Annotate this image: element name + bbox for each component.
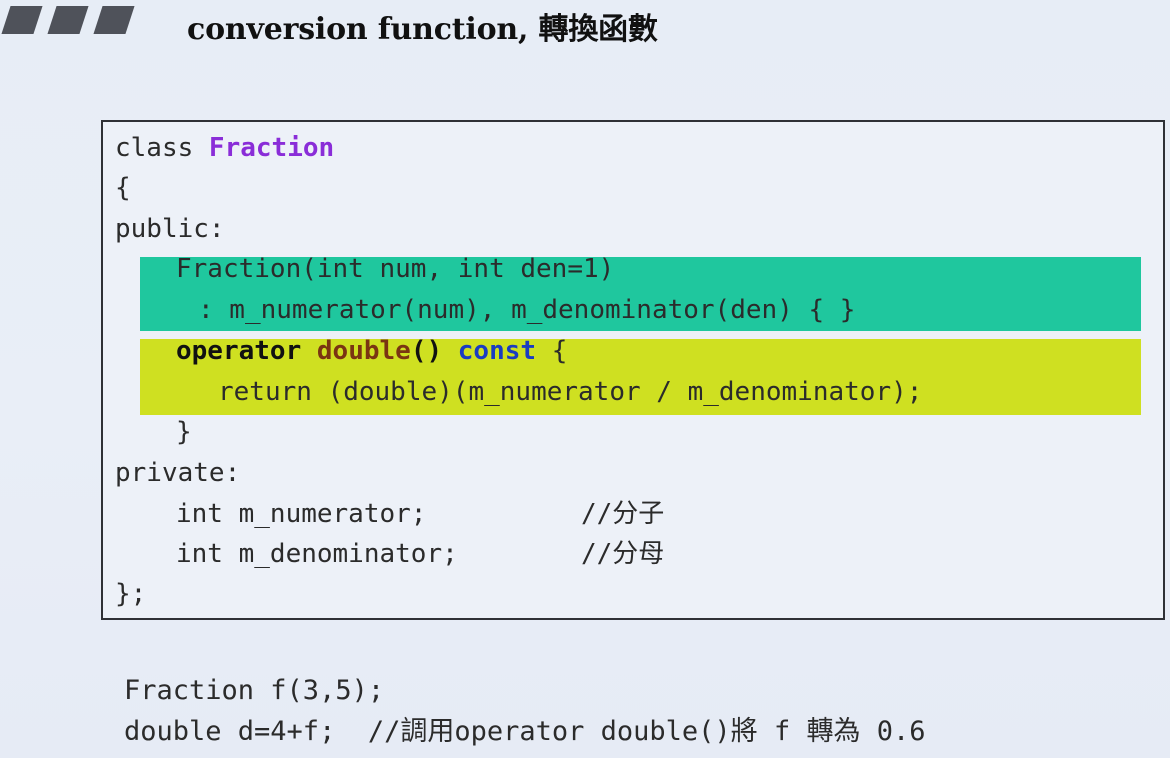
- denominator-comment: //分母: [581, 539, 665, 569]
- decorative-bar: [1, 6, 43, 34]
- slide-title: conversion function, 轉換函數: [187, 12, 658, 47]
- class-keyword: class: [115, 133, 209, 163]
- code-line-class: class Fraction: [115, 132, 334, 164]
- decorative-bars: [0, 6, 150, 36]
- code-line-class-end: };: [115, 579, 147, 609]
- usage-line-construct: Fraction f(3,5);: [124, 675, 385, 706]
- code-line-initializer-list: : m_numerator(num), m_denominator(den) {…: [198, 295, 856, 325]
- code-line-close-brace: }: [176, 417, 192, 447]
- decorative-bar: [47, 6, 89, 34]
- code-line-numerator: int m_numerator;: [176, 498, 426, 530]
- const-keyword: const: [442, 336, 537, 366]
- code-line-public: public:: [115, 214, 225, 244]
- usage-line-conversion: double d=4+f; //調用operator double()將 f 轉…: [124, 716, 926, 747]
- decorative-bar: [93, 6, 135, 34]
- numerator-declaration: int m_numerator;: [176, 499, 427, 529]
- slide-header: conversion function, 轉換函數: [0, 0, 1170, 60]
- code-line-constructor: Fraction(int num, int den=1): [176, 254, 615, 284]
- numerator-comment: //分子: [581, 499, 665, 529]
- code-line-private: private:: [115, 458, 241, 488]
- operator-parens: (): [410, 336, 443, 366]
- code-block: class Fraction { public: Fraction(int nu…: [101, 120, 1165, 620]
- class-name: Fraction: [208, 133, 335, 163]
- code-line-return: return (double)(m_numerator / m_denomina…: [218, 377, 923, 407]
- double-keyword: double: [301, 336, 411, 366]
- code-line-open-brace: {: [115, 173, 131, 203]
- code-line-denominator: int m_denominator;: [176, 538, 458, 570]
- operator-keyword: operator: [176, 336, 302, 366]
- open-brace: {: [536, 336, 568, 366]
- denominator-declaration: int m_denominator;: [176, 539, 458, 569]
- code-line-operator-double: operator double() const {: [176, 335, 567, 367]
